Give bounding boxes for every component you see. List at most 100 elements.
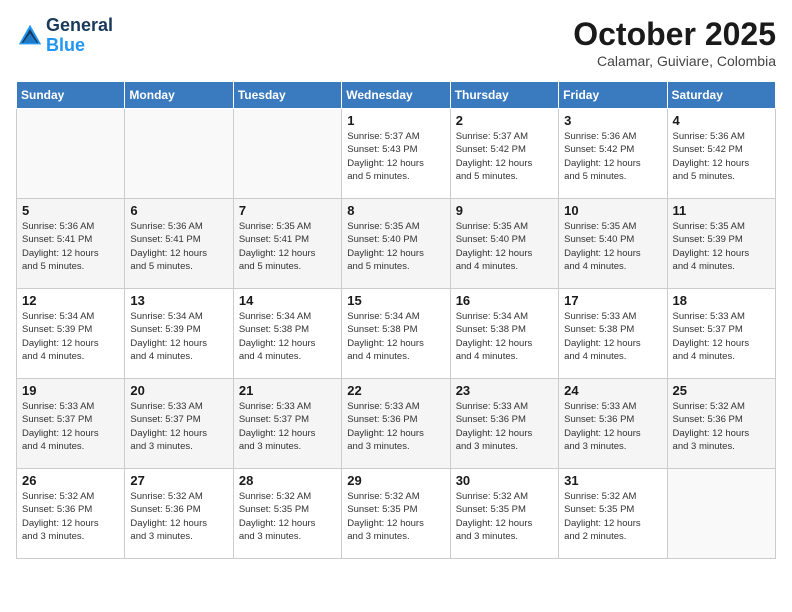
calendar-day-cell: 19 Sunrise: 5:33 AM Sunset: 5:37 PM Dayli… — [17, 379, 125, 469]
day-number: 26 — [22, 473, 119, 488]
calendar-day-cell: 30 Sunrise: 5:32 AM Sunset: 5:35 PM Dayli… — [450, 469, 558, 559]
logo-text: GeneralBlue — [46, 16, 113, 56]
calendar-week-row: 12Sunrise: 5:34 AM Sunset: 5:39 PM Dayli… — [17, 289, 776, 379]
day-number: 7 — [239, 203, 336, 218]
day-info: Sunrise: 5:32 AM Sunset: 5:36 PM Dayligh… — [673, 400, 770, 453]
calendar-day-cell: 17 Sunrise: 5:33 AM Sunset: 5:38 PM Dayli… — [559, 289, 667, 379]
weekday-header: Thursday — [450, 82, 558, 109]
page-header: GeneralBlue October 2025 Calamar, Guivia… — [16, 16, 776, 69]
day-number: 22 — [347, 383, 444, 398]
calendar-day-cell: 20Sunrise: 5:33 AM Sunset: 5:37 PM Dayli… — [125, 379, 233, 469]
day-info: Sunrise: 5:33 AM Sunset: 5:37 PM Dayligh… — [22, 400, 119, 453]
day-info: Sunrise: 5:33 AM Sunset: 5:37 PM Dayligh… — [673, 310, 770, 363]
day-info: Sunrise: 5:32 AM Sunset: 5:36 PM Dayligh… — [130, 490, 227, 543]
day-number: 19 — [22, 383, 119, 398]
day-info: Sunrise: 5:33 AM Sunset: 5:37 PM Dayligh… — [239, 400, 336, 453]
calendar-day-cell: 24 Sunrise: 5:33 AM Sunset: 5:36 PM Dayli… — [559, 379, 667, 469]
calendar-day-cell — [125, 109, 233, 199]
weekday-header: Friday — [559, 82, 667, 109]
calendar-day-cell — [17, 109, 125, 199]
weekday-header: Tuesday — [233, 82, 341, 109]
calendar-day-cell: 29Sunrise: 5:32 AM Sunset: 5:35 PM Dayli… — [342, 469, 450, 559]
calendar-day-cell: 1Sunrise: 5:37 AM Sunset: 5:43 PM Daylig… — [342, 109, 450, 199]
day-info: Sunrise: 5:32 AM Sunset: 5:35 PM Dayligh… — [239, 490, 336, 543]
day-info: Sunrise: 5:32 AM Sunset: 5:36 PM Dayligh… — [22, 490, 119, 543]
calendar-day-cell: 13 Sunrise: 5:34 AM Sunset: 5:39 PM Dayli… — [125, 289, 233, 379]
day-number: 11 — [673, 203, 770, 218]
day-number: 10 — [564, 203, 661, 218]
day-number: 4 — [673, 113, 770, 128]
day-number: 18 — [673, 293, 770, 308]
day-info: Sunrise: 5:34 AM Sunset: 5:39 PM Dayligh… — [130, 310, 227, 363]
weekday-header-row: SundayMondayTuesdayWednesdayThursdayFrid… — [17, 82, 776, 109]
day-info: Sunrise: 5:37 AM Sunset: 5:43 PM Dayligh… — [347, 130, 444, 183]
calendar-day-cell: 14 Sunrise: 5:34 AM Sunset: 5:38 PM Dayli… — [233, 289, 341, 379]
day-number: 9 — [456, 203, 553, 218]
day-number: 8 — [347, 203, 444, 218]
calendar-day-cell: 12Sunrise: 5:34 AM Sunset: 5:39 PM Dayli… — [17, 289, 125, 379]
day-info: Sunrise: 5:36 AM Sunset: 5:41 PM Dayligh… — [130, 220, 227, 273]
day-number: 21 — [239, 383, 336, 398]
day-info: Sunrise: 5:36 AM Sunset: 5:41 PM Dayligh… — [22, 220, 119, 273]
calendar-day-cell: 21 Sunrise: 5:33 AM Sunset: 5:37 PM Dayli… — [233, 379, 341, 469]
calendar-day-cell: 2Sunrise: 5:37 AM Sunset: 5:42 PM Daylig… — [450, 109, 558, 199]
day-info: Sunrise: 5:33 AM Sunset: 5:36 PM Dayligh… — [456, 400, 553, 453]
day-number: 3 — [564, 113, 661, 128]
day-info: Sunrise: 5:33 AM Sunset: 5:36 PM Dayligh… — [564, 400, 661, 453]
calendar-day-cell — [233, 109, 341, 199]
calendar-day-cell: 28Sunrise: 5:32 AM Sunset: 5:35 PM Dayli… — [233, 469, 341, 559]
calendar-day-cell: 10 Sunrise: 5:35 AM Sunset: 5:40 PM Dayli… — [559, 199, 667, 289]
day-number: 25 — [673, 383, 770, 398]
weekday-header: Sunday — [17, 82, 125, 109]
day-number: 27 — [130, 473, 227, 488]
day-info: Sunrise: 5:34 AM Sunset: 5:38 PM Dayligh… — [347, 310, 444, 363]
day-info: Sunrise: 5:37 AM Sunset: 5:42 PM Dayligh… — [456, 130, 553, 183]
calendar-table: SundayMondayTuesdayWednesdayThursdayFrid… — [16, 81, 776, 559]
calendar-day-cell: 18 Sunrise: 5:33 AM Sunset: 5:37 PM Dayli… — [667, 289, 775, 379]
day-info: Sunrise: 5:35 AM Sunset: 5:39 PM Dayligh… — [673, 220, 770, 273]
day-number: 24 — [564, 383, 661, 398]
day-info: Sunrise: 5:33 AM Sunset: 5:38 PM Dayligh… — [564, 310, 661, 363]
calendar-day-cell: 27 Sunrise: 5:32 AM Sunset: 5:36 PM Dayli… — [125, 469, 233, 559]
month-title: October 2025 — [573, 16, 776, 53]
calendar-day-cell: 25 Sunrise: 5:32 AM Sunset: 5:36 PM Dayli… — [667, 379, 775, 469]
day-number: 14 — [239, 293, 336, 308]
calendar-day-cell: 22 Sunrise: 5:33 AM Sunset: 5:36 PM Dayli… — [342, 379, 450, 469]
day-info: Sunrise: 5:32 AM Sunset: 5:35 PM Dayligh… — [347, 490, 444, 543]
day-number: 5 — [22, 203, 119, 218]
location-subtitle: Calamar, Guiviare, Colombia — [573, 53, 776, 69]
calendar-day-cell: 6 Sunrise: 5:36 AM Sunset: 5:41 PM Daylig… — [125, 199, 233, 289]
day-number: 20 — [130, 383, 227, 398]
day-info: Sunrise: 5:35 AM Sunset: 5:40 PM Dayligh… — [347, 220, 444, 273]
calendar-day-cell: 7 Sunrise: 5:35 AM Sunset: 5:41 PM Daylig… — [233, 199, 341, 289]
day-number: 6 — [130, 203, 227, 218]
day-info: Sunrise: 5:33 AM Sunset: 5:36 PM Dayligh… — [347, 400, 444, 453]
calendar-day-cell: 16Sunrise: 5:34 AM Sunset: 5:38 PM Dayli… — [450, 289, 558, 379]
calendar-week-row: 1Sunrise: 5:37 AM Sunset: 5:43 PM Daylig… — [17, 109, 776, 199]
calendar-week-row: 5 Sunrise: 5:36 AM Sunset: 5:41 PM Daylig… — [17, 199, 776, 289]
day-info: Sunrise: 5:35 AM Sunset: 5:41 PM Dayligh… — [239, 220, 336, 273]
weekday-header: Saturday — [667, 82, 775, 109]
title-block: October 2025 Calamar, Guiviare, Colombia — [573, 16, 776, 69]
day-info: Sunrise: 5:34 AM Sunset: 5:38 PM Dayligh… — [239, 310, 336, 363]
calendar-week-row: 19 Sunrise: 5:33 AM Sunset: 5:37 PM Dayli… — [17, 379, 776, 469]
calendar-day-cell — [667, 469, 775, 559]
day-info: Sunrise: 5:32 AM Sunset: 5:35 PM Dayligh… — [456, 490, 553, 543]
day-number: 23 — [456, 383, 553, 398]
calendar-week-row: 26 Sunrise: 5:32 AM Sunset: 5:36 PM Dayli… — [17, 469, 776, 559]
day-info: Sunrise: 5:34 AM Sunset: 5:38 PM Dayligh… — [456, 310, 553, 363]
calendar-day-cell: 31Sunrise: 5:32 AM Sunset: 5:35 PM Dayli… — [559, 469, 667, 559]
day-number: 13 — [130, 293, 227, 308]
day-number: 30 — [456, 473, 553, 488]
calendar-day-cell: 26 Sunrise: 5:32 AM Sunset: 5:36 PM Dayli… — [17, 469, 125, 559]
day-info: Sunrise: 5:35 AM Sunset: 5:40 PM Dayligh… — [456, 220, 553, 273]
day-number: 17 — [564, 293, 661, 308]
calendar-day-cell: 3 Sunrise: 5:36 AM Sunset: 5:42 PM Daylig… — [559, 109, 667, 199]
calendar-day-cell: 9 Sunrise: 5:35 AM Sunset: 5:40 PM Daylig… — [450, 199, 558, 289]
day-info: Sunrise: 5:32 AM Sunset: 5:35 PM Dayligh… — [564, 490, 661, 543]
day-info: Sunrise: 5:36 AM Sunset: 5:42 PM Dayligh… — [564, 130, 661, 183]
day-info: Sunrise: 5:36 AM Sunset: 5:42 PM Dayligh… — [673, 130, 770, 183]
day-info: Sunrise: 5:35 AM Sunset: 5:40 PM Dayligh… — [564, 220, 661, 273]
calendar-day-cell: 11 Sunrise: 5:35 AM Sunset: 5:39 PM Dayli… — [667, 199, 775, 289]
calendar-day-cell: 5 Sunrise: 5:36 AM Sunset: 5:41 PM Daylig… — [17, 199, 125, 289]
